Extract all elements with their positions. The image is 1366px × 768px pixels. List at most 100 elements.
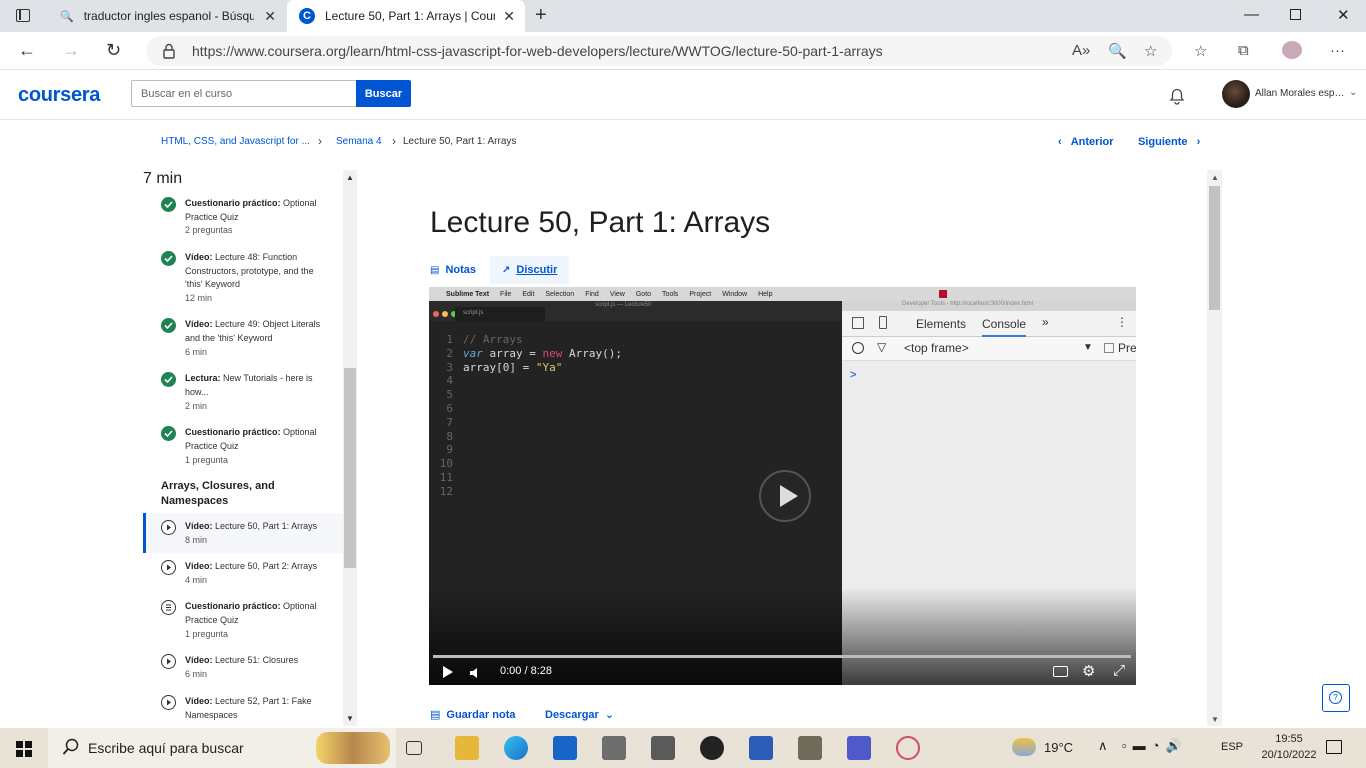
play-icon[interactable] xyxy=(443,666,453,678)
line-number: 4 xyxy=(446,374,453,388)
clock-date[interactable]: 20/10/2022 xyxy=(1250,749,1328,761)
item-meta: 1 pregunta xyxy=(185,455,229,465)
sidebar-scrollbar[interactable]: ▲ ▼ xyxy=(343,170,357,726)
edge-icon[interactable] xyxy=(504,736,528,760)
item-meta: 12 min xyxy=(185,293,213,303)
add-favorite-icon[interactable]: ☆ xyxy=(1144,42,1157,60)
preserve-checkbox xyxy=(1104,343,1114,353)
save-note-button[interactable]: ▤ Guardar nota xyxy=(430,708,515,721)
outline-item[interactable]: Vídeo: Lecture 51: Closures 6 min xyxy=(143,654,343,690)
video-time: 0:00 / 8:28 xyxy=(500,665,552,677)
main-scrollbar[interactable]: ▲ ▼ xyxy=(1207,170,1222,726)
menu-item: Project xyxy=(689,290,712,298)
fullscreen-icon[interactable]: ⤢ xyxy=(1113,662,1125,679)
scrollbar-thumb[interactable] xyxy=(344,368,356,568)
read-aloud-icon[interactable]: A» xyxy=(1072,42,1090,59)
task-view-icon[interactable] xyxy=(406,741,422,755)
outline-item[interactable]: Cuestionario práctico: Optional Practice… xyxy=(143,600,343,650)
download-label: Descargar xyxy=(545,709,599,721)
minimize-icon[interactable]: — xyxy=(1244,6,1259,23)
zoom-icon[interactable]: 🔍 xyxy=(1108,42,1127,60)
close-tab-icon[interactable]: ✕ xyxy=(264,8,276,25)
outline-item[interactable]: Cuestionario práctico: Optional Practice… xyxy=(143,197,343,247)
outline-item[interactable]: Vídeo: Lecture 49: Object Literals and t… xyxy=(143,318,343,368)
menu-item: Selection xyxy=(545,290,575,298)
notes-app-icon[interactable] xyxy=(798,736,822,760)
file-explorer-icon[interactable] xyxy=(455,736,479,760)
weather-temp[interactable]: 19°C xyxy=(1044,740,1073,755)
taskbar-search[interactable]: Escribe aquí para buscar xyxy=(48,728,396,768)
teams-icon[interactable] xyxy=(847,736,871,760)
chevron-down-icon[interactable]: ⌄ xyxy=(1349,87,1357,98)
tab-discuss[interactable]: ↗ Discutir xyxy=(490,256,570,284)
frame-selector: <top frame> xyxy=(904,341,969,355)
outline-item[interactable]: Vídeo: Lecture 50, Part 2: Arrays 4 min xyxy=(143,560,343,596)
tab-notes[interactable]: ▤ Notas xyxy=(430,256,476,284)
outline-item[interactable]: Vídeo: Lecture 48: Function Constructors… xyxy=(143,251,343,315)
note-icon: ▤ xyxy=(430,709,441,721)
store-icon[interactable] xyxy=(553,736,577,760)
scrollbar-thumb[interactable] xyxy=(1209,186,1220,310)
close-tab-icon[interactable]: ✕ xyxy=(503,8,515,25)
language-indicator[interactable]: ESP xyxy=(1221,741,1243,753)
search-button[interactable]: Buscar xyxy=(356,80,411,107)
avatar[interactable] xyxy=(1222,80,1250,108)
check-circle-icon xyxy=(161,426,176,441)
app-icon[interactable] xyxy=(651,736,675,760)
snipping-tool-icon[interactable] xyxy=(896,736,920,760)
tab-actions-icon[interactable] xyxy=(16,9,30,22)
captions-icon[interactable] xyxy=(1053,666,1068,677)
coursera-logo[interactable]: coursera xyxy=(18,84,100,107)
tab-title: Lecture 50, Part 1: Arrays | Cours xyxy=(325,9,495,23)
menu-item: Find xyxy=(585,290,599,298)
collections-icon[interactable]: ⧉ xyxy=(1238,42,1249,59)
next-link[interactable]: Siguiente › xyxy=(1138,136,1200,148)
help-button[interactable]: ? xyxy=(1322,684,1350,712)
back-icon[interactable]: ← xyxy=(18,40,36,61)
browser-tab-lecture[interactable]: C Lecture 50, Part 1: Arrays | Cours ✕ xyxy=(287,0,525,32)
word-icon[interactable] xyxy=(749,736,773,760)
profile-icon[interactable] xyxy=(1282,41,1302,59)
user-name[interactable]: Allan Morales espi... xyxy=(1255,88,1345,99)
new-tab-button[interactable]: + xyxy=(535,4,547,27)
breadcrumb-week[interactable]: Semana 4 xyxy=(336,136,382,147)
settings-gear-icon[interactable]: ⚙ xyxy=(1082,662,1095,680)
chrome-icon[interactable] xyxy=(602,736,626,760)
outline-item[interactable]: Cuestionario práctico: Optional Practice… xyxy=(143,426,343,476)
tray-icons[interactable]: ▫▬◔🔊 xyxy=(1122,738,1188,754)
item-meta: 2 preguntas xyxy=(185,225,233,235)
course-search-input[interactable] xyxy=(131,80,357,107)
external-link-icon: ↗ xyxy=(502,264,511,276)
notifications-bell-icon[interactable] xyxy=(1168,86,1186,110)
scroll-down-icon[interactable]: ▼ xyxy=(346,714,354,723)
video-player[interactable]: Sublime Text File Edit Selection Find Vi… xyxy=(429,287,1136,685)
outline-item-current[interactable]: Vídeo: Lecture 50, Part 1: Arrays 8 min xyxy=(143,513,343,553)
outline-item[interactable]: Vídeo: Lecture 52, Part 1: Fake Namespac… xyxy=(143,695,343,726)
big-play-button[interactable] xyxy=(759,470,811,522)
scroll-up-icon[interactable]: ▲ xyxy=(1211,173,1219,182)
scroll-up-icon[interactable]: ▲ xyxy=(346,173,354,182)
video-progress-bar[interactable] xyxy=(433,655,1131,658)
volume-icon[interactable] xyxy=(469,666,481,684)
breadcrumb-course[interactable]: HTML, CSS, and Javascript for ... xyxy=(161,136,310,147)
favorites-icon[interactable]: ☆ xyxy=(1194,42,1207,60)
download-dropdown[interactable]: Descargar ⌄ xyxy=(545,708,614,721)
close-window-icon[interactable]: ✕ xyxy=(1337,6,1350,24)
previous-link[interactable]: ‹ Anterior xyxy=(1058,136,1114,148)
forward-icon[interactable]: → xyxy=(62,40,80,61)
reload-icon[interactable]: ↻ xyxy=(106,40,121,61)
outline-item[interactable]: Lectura: New Tutorials - here is how... … xyxy=(143,372,343,422)
notification-center-icon[interactable] xyxy=(1326,740,1342,754)
restore-icon[interactable] xyxy=(1290,9,1301,20)
dropdown-arrow-icon: ▼ xyxy=(1083,342,1093,353)
github-icon[interactable] xyxy=(700,736,724,760)
browser-tab-search[interactable]: 🔍 traductor ingles espanol - Búsqu ✕ xyxy=(46,0,286,32)
url-field[interactable]: https://www.coursera.org/learn/html-css-… xyxy=(146,36,1172,66)
tray-chevron-icon[interactable]: ∧ xyxy=(1098,738,1108,754)
line-number: 2 xyxy=(446,346,453,360)
editor-file-tab: script.js xyxy=(455,307,545,321)
windows-start-icon[interactable] xyxy=(16,741,32,757)
scroll-down-icon[interactable]: ▼ xyxy=(1211,715,1219,724)
more-icon[interactable]: ··· xyxy=(1330,42,1345,59)
clock-time[interactable]: 19:55 xyxy=(1266,733,1312,745)
